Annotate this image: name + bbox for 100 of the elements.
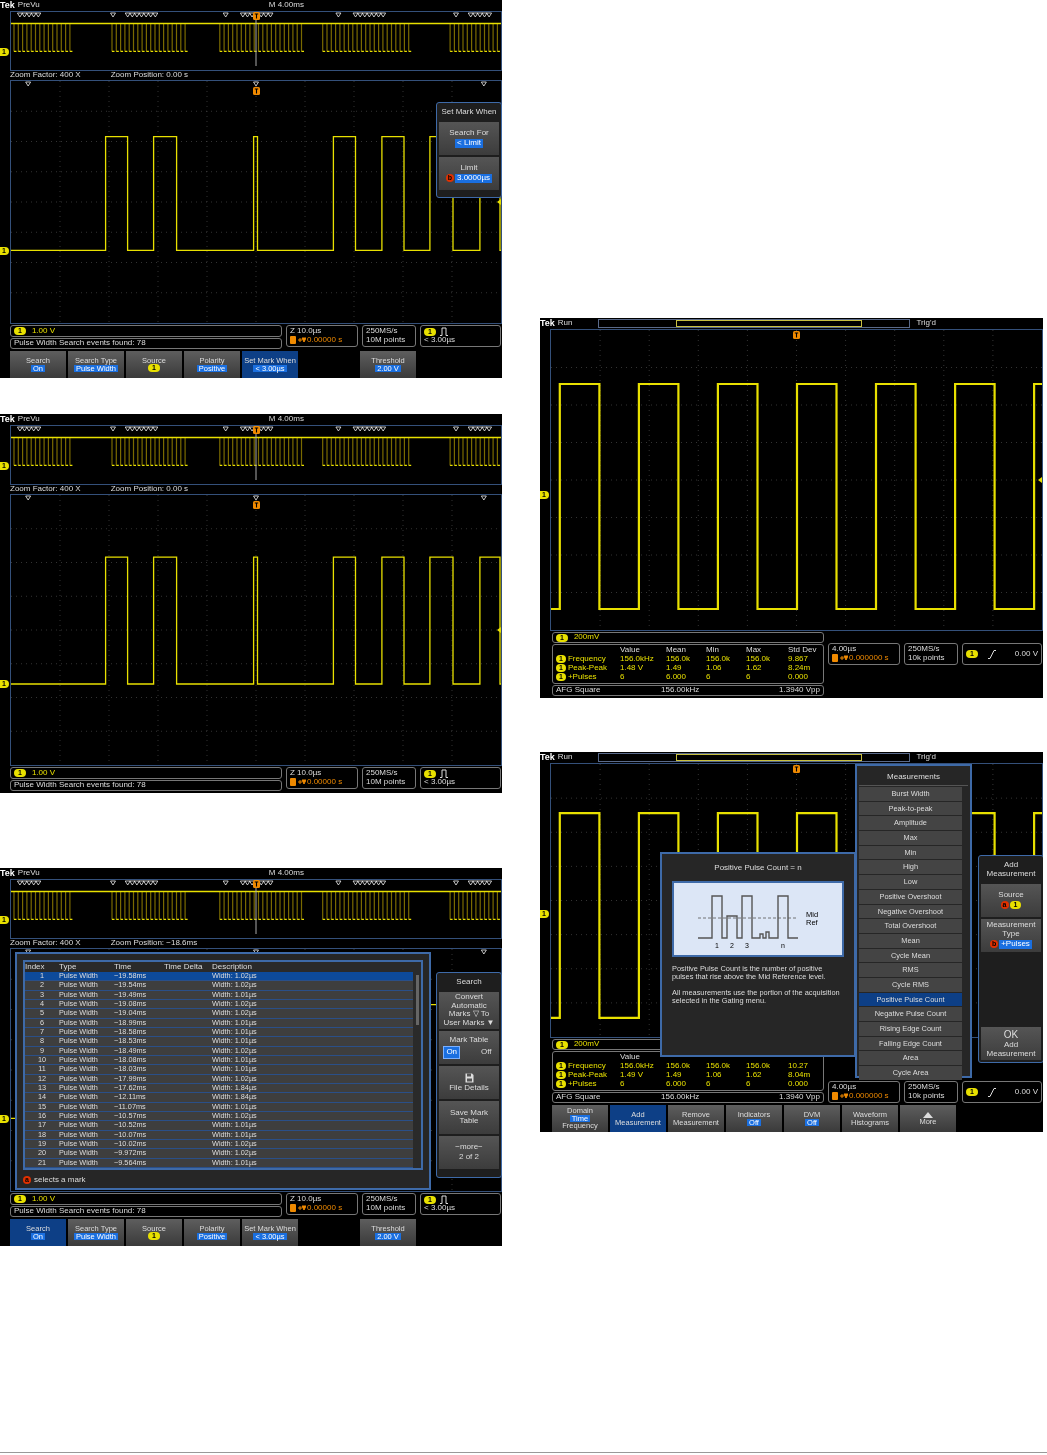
menu-sublabel: 2 of 2 — [459, 1153, 479, 1162]
timebase-scale: Z 10.0µs — [290, 769, 323, 778]
trigger-position: 0.00000 s — [307, 336, 343, 345]
column-header: Min — [706, 646, 720, 655]
acquisition-state: PreVu — [17, 415, 40, 424]
menu-title: Set Mark When — [440, 106, 498, 118]
afg-amplitude: 1.3940 Vpp — [779, 1093, 820, 1102]
menu-label: Source — [998, 891, 1024, 900]
scale-value: 200mV — [573, 1040, 600, 1049]
measurement-value: 1.62 — [746, 664, 763, 673]
list-title: Measurements — [859, 768, 968, 786]
measurement-value: 1.49 V — [620, 1071, 645, 1080]
value-chip: +Pulses — [999, 940, 1032, 949]
search-message: Pulse Width Search events found: 78 — [10, 780, 282, 791]
column-header: Index — [25, 962, 46, 972]
measurement-value: 6 — [620, 1080, 626, 1089]
measurement-value: 10.27 — [788, 1062, 810, 1071]
measurement-value: 6 — [706, 673, 712, 682]
column-header: Max — [746, 646, 763, 655]
popup-title: Positive Pulse Count = n — [713, 864, 803, 873]
trigger-position-icon — [832, 1092, 848, 1101]
trigger-marker-icon — [793, 765, 800, 773]
trigger-value: 0.00 V — [1014, 649, 1038, 659]
timebase-scale: Z 10.0µs — [290, 327, 323, 336]
search-message: Pulse Width Search events found: 78 — [10, 1206, 282, 1217]
menu-sublabel: Add Measurement — [985, 1040, 1037, 1059]
measurement-value: 1.49 — [666, 1071, 683, 1080]
zoom-position-line — [255, 885, 257, 935]
scale-value: 200mV — [573, 633, 600, 642]
menu-button[interactable]: OK Add Measurement — [981, 1027, 1041, 1060]
timebase-scale: Z 10.0µs — [290, 1195, 323, 1204]
measurement-value: 156.0k — [746, 655, 772, 664]
zoom-position-line — [255, 17, 257, 67]
measurement-value: 1.06 — [706, 664, 723, 673]
afg-label: AFG Square — [556, 686, 602, 695]
brand-logo: Tek — [540, 752, 555, 763]
sample-rate: 250MS/s — [366, 327, 399, 336]
trigger-status: Trig'd — [916, 319, 936, 328]
trigger-status: Trig'd — [916, 753, 936, 762]
column-header: Description — [212, 962, 253, 972]
trigger-value: < 3.00µs — [424, 1204, 457, 1213]
zoom-position-line — [255, 431, 257, 481]
acquisition-state: Run — [557, 319, 573, 328]
record-length: 10M points — [366, 778, 407, 787]
value-chip: 3.0000µs — [454, 173, 493, 183]
measurement-value: 156.0kHz — [620, 655, 655, 664]
menu-label: Limit — [460, 164, 478, 173]
sample-rate: 250MS/s — [908, 645, 941, 654]
measurement-name: +Pulses — [567, 673, 597, 682]
pulse-icon — [439, 327, 448, 337]
search-message: Pulse Width Search events found: 78 — [10, 338, 282, 349]
zoom-factor: Zoom Factor: 400 X — [10, 71, 81, 80]
afg-frequency: 156.00kHz — [661, 686, 701, 695]
zoom-position: Zoom Position: −18.6ms — [110, 939, 198, 948]
measurement-value: 6 — [746, 673, 752, 682]
afg-label: AFG Square — [556, 1093, 602, 1102]
trigger-position: 0.000000 s — [849, 654, 889, 663]
afg-frequency: 156.00kHz — [661, 1093, 701, 1102]
pulse-icon — [439, 769, 448, 779]
record-length: 10M points — [366, 1204, 407, 1213]
brand-logo: Tek — [0, 868, 15, 879]
zoom-position: Zoom Position: 0.00 s — [110, 485, 189, 494]
trigger-marker-icon — [252, 87, 260, 95]
scale-value: 1.00 V — [31, 326, 56, 336]
menu-label: OK — [1003, 1028, 1019, 1040]
menu-label: Measurement Type — [985, 921, 1037, 939]
measurement-value: 0.000 — [788, 1080, 810, 1089]
trigger-marker-icon — [252, 12, 260, 20]
menu-label: −more− — [455, 1143, 483, 1152]
measurement-value: 156.0k — [666, 1062, 692, 1071]
measurement-name: +Pulses — [567, 1080, 597, 1089]
pulse-icon — [439, 1195, 448, 1205]
measurement-name: Frequency — [567, 1062, 606, 1071]
brand-logo: Tek — [540, 318, 555, 329]
hint-text: selects a mark — [34, 1176, 86, 1185]
menu-button[interactable]: Search For < Limit — [439, 121, 499, 155]
menu-label: File Details — [449, 1083, 489, 1093]
menu-title: Search — [455, 976, 483, 988]
trigger-value: < 3.00µs — [424, 336, 457, 345]
sample-rate: 250MS/s — [908, 1083, 941, 1092]
trigger-position-icon — [290, 336, 306, 345]
value-chip: < Limit — [455, 138, 483, 148]
up-triangle-icon — [923, 1111, 933, 1118]
trigger-position-icon — [290, 778, 306, 787]
column-header: Value — [620, 1053, 641, 1062]
trigger-marker-icon — [252, 501, 260, 509]
trigger-position: 0.00000 s — [307, 1204, 343, 1213]
measurement-value: 156.0k — [746, 1062, 772, 1071]
horizontal-scale: M 4.00ms — [268, 869, 304, 878]
column-header: Value — [620, 646, 641, 655]
trigger-value: < 3.00µs — [424, 778, 457, 787]
measurement-value: 156.0k — [706, 1062, 732, 1071]
rising-edge-icon — [987, 649, 996, 659]
acquisition-state: Run — [557, 753, 573, 762]
measurement-value: 156.0k — [666, 655, 692, 664]
zoom-position: Zoom Position: 0.00 s — [110, 71, 189, 80]
column-header: Time — [114, 962, 133, 972]
horizontal-scale: M 4.00ms — [268, 415, 304, 424]
scale-value: 1.00 V — [31, 1194, 56, 1204]
record-length: 10k points — [908, 654, 946, 663]
